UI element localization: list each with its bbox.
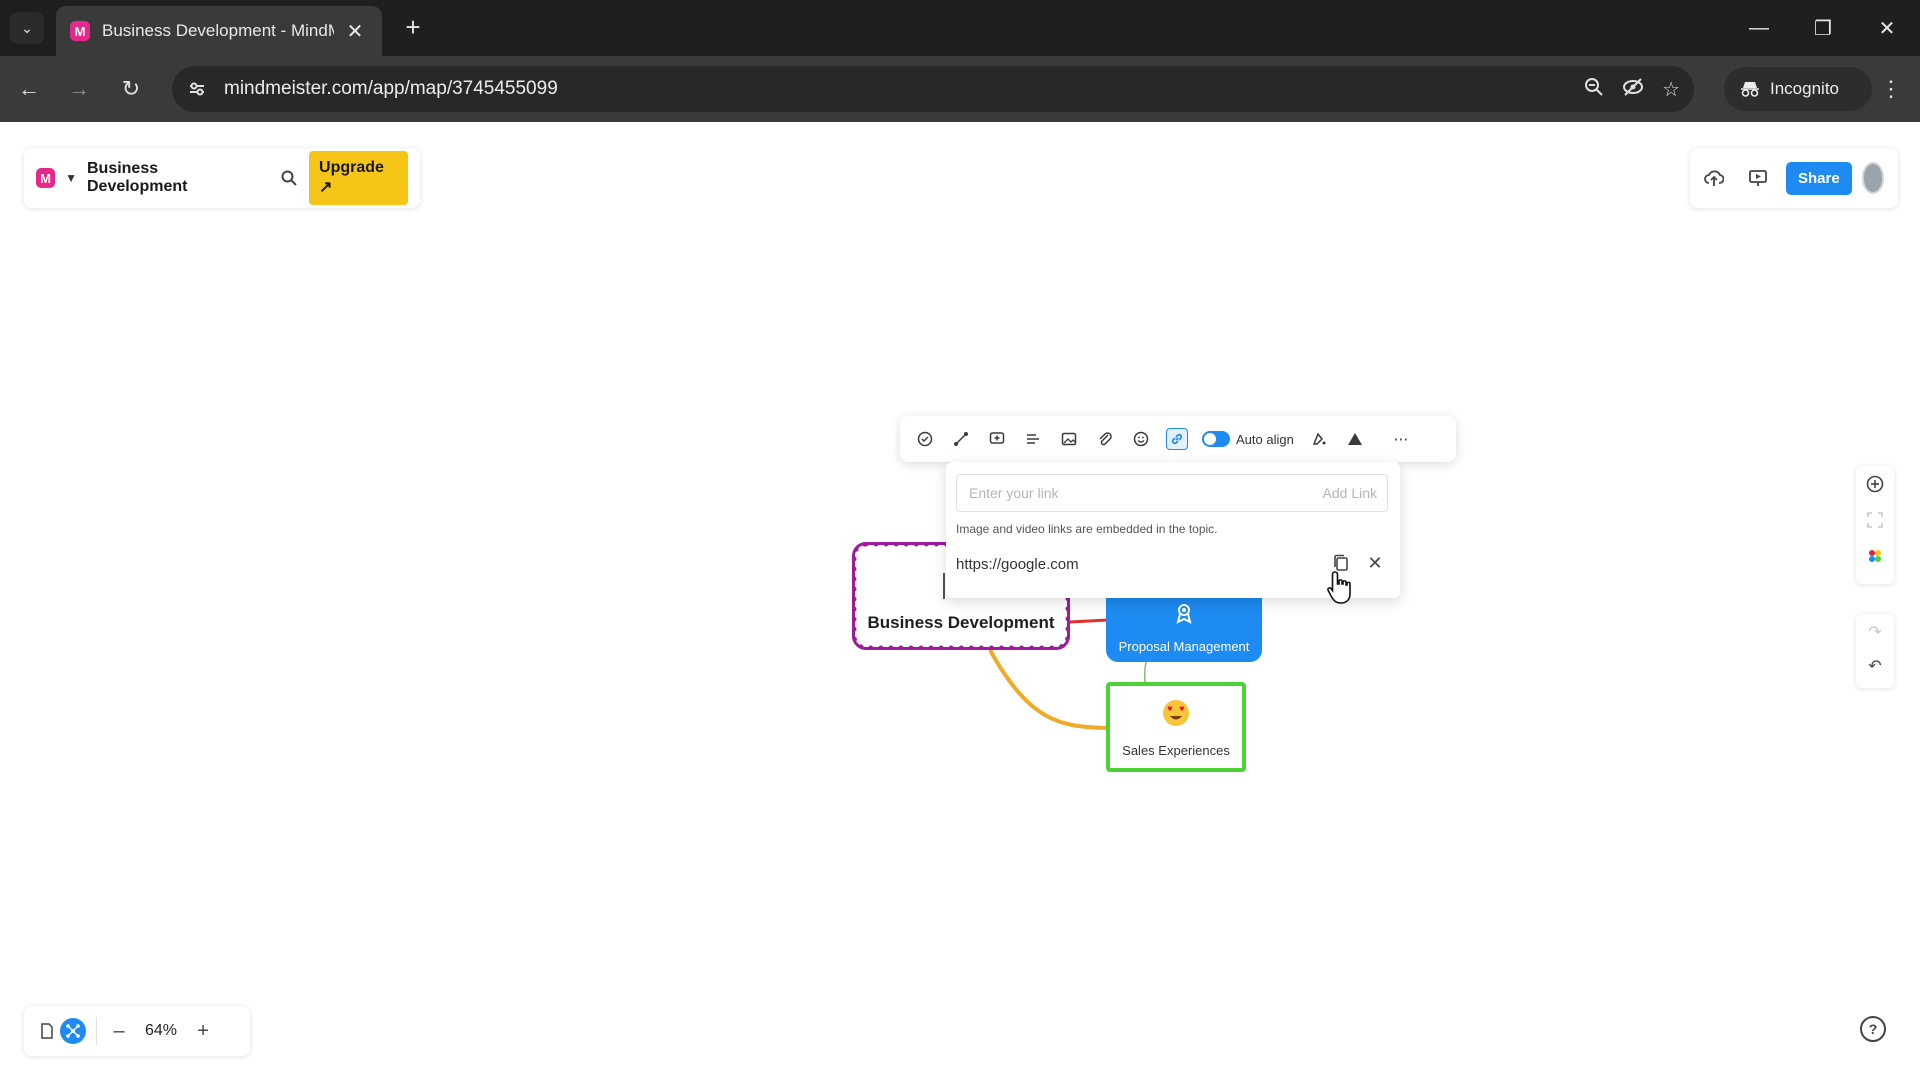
topic-label: Proposal Management — [1118, 639, 1250, 654]
zoom-level: 64% — [145, 1022, 178, 1039]
browser-toolbar: ← → ↻ mindmeister.com/app/map/3745455099… — [0, 56, 1920, 122]
link-input-field[interactable]: Add Link — [956, 474, 1388, 512]
add-topic-icon[interactable] — [1865, 474, 1885, 494]
zoom-out-button[interactable]: – — [107, 1020, 131, 1043]
new-tab-button[interactable]: + — [398, 12, 428, 42]
zoom-in-button[interactable]: + — [191, 1020, 215, 1043]
tracking-protection-icon[interactable] — [1622, 77, 1644, 102]
browser-menu-icon[interactable]: ⋮ — [1876, 72, 1906, 106]
zoom-icon[interactable] — [1584, 77, 1604, 102]
undo-icon[interactable]: ↶ — [1865, 656, 1885, 676]
auto-align-toggle[interactable] — [1202, 431, 1230, 447]
heart-eyes-emoji-icon — [1110, 698, 1242, 735]
text-cursor — [943, 573, 945, 599]
incognito-indicator[interactable]: Incognito — [1724, 67, 1872, 111]
address-bar[interactable]: mindmeister.com/app/map/3745455099 ☆ — [172, 66, 1694, 112]
add-link-button[interactable]: Add Link — [1323, 485, 1377, 501]
mindmap-canvas[interactable]: M ▼ Business Development Upgrade ↗ Share… — [0, 122, 1920, 1080]
topic-sales-experiences[interactable]: Sales Experiences — [1106, 682, 1246, 772]
topic-toolbar: Auto align ⋯ — [900, 416, 1456, 462]
reload-icon[interactable]: ↻ — [114, 72, 148, 106]
outline-view-icon[interactable] — [34, 1018, 60, 1044]
site-info-icon[interactable] — [180, 72, 214, 106]
link-input[interactable] — [967, 484, 1323, 502]
connection-icon[interactable] — [950, 428, 972, 450]
link-icon[interactable] — [1166, 428, 1188, 450]
emoji-icon[interactable] — [1130, 428, 1152, 450]
forward-icon[interactable]: → — [62, 72, 96, 106]
history-toolbar: ↷ ↶ — [1856, 614, 1894, 688]
theme-palette-icon[interactable] — [1865, 546, 1885, 566]
view-zoom-bar: – 64% + — [24, 1006, 250, 1056]
topic-label: Sales Experiences — [1122, 743, 1230, 758]
fit-map-icon[interactable] — [1865, 510, 1885, 530]
back-icon[interactable]: ← — [12, 72, 46, 106]
minimize-icon[interactable]: — — [1736, 10, 1782, 46]
connector-root-proposal — [1069, 618, 1109, 624]
browser-tab[interactable]: M Business Development - MindM ✕ — [56, 6, 382, 56]
divider — [96, 1017, 97, 1045]
window-close-icon[interactable]: ✕ — [1864, 10, 1910, 46]
tab-title: Business Development - MindM — [102, 21, 334, 40]
auto-align-label: Auto align — [1236, 431, 1294, 447]
hand-cursor-icon — [1327, 571, 1351, 604]
current-link[interactable]: https://google.com — [956, 556, 1079, 573]
mindmeister-favicon-icon: M — [70, 21, 90, 41]
connector-root-sales — [988, 649, 1109, 730]
more-options-icon[interactable]: ⋯ — [1390, 428, 1412, 450]
style-icon[interactable] — [1308, 428, 1330, 450]
help-icon[interactable]: ? — [1860, 1016, 1886, 1042]
topic-proposal-management[interactable]: Proposal Management — [1106, 598, 1262, 662]
right-toolbar — [1856, 466, 1894, 584]
link-hint-text: Image and video links are embedded in th… — [956, 522, 1218, 536]
attachment-icon[interactable] — [1094, 428, 1116, 450]
tab-close-icon[interactable]: ✕ — [342, 19, 368, 44]
restore-icon[interactable]: ❐ — [1800, 10, 1846, 46]
comment-icon[interactable] — [986, 428, 1008, 450]
url-text: mindmeister.com/app/map/3745455099 — [224, 78, 558, 99]
root-topic-label: Business Development — [867, 613, 1055, 632]
redo-icon[interactable]: ↷ — [1865, 622, 1885, 642]
shape-triangle-icon[interactable] — [1344, 428, 1366, 450]
mindmap-view-icon[interactable] — [60, 1018, 86, 1044]
note-icon[interactable] — [1022, 428, 1044, 450]
incognito-label: Incognito — [1770, 79, 1839, 98]
browser-tab-bar: ⌄ M Business Development - MindM ✕ + — ❐… — [0, 0, 1920, 56]
remove-link-icon[interactable]: ✕ — [1364, 552, 1386, 574]
incognito-icon — [1741, 82, 1759, 97]
image-icon[interactable] — [1058, 428, 1080, 450]
tab-search-button[interactable]: ⌄ — [10, 12, 44, 44]
award-icon — [1106, 602, 1262, 629]
bookmark-star-icon[interactable]: ☆ — [1662, 77, 1680, 102]
task-check-icon[interactable] — [914, 428, 936, 450]
